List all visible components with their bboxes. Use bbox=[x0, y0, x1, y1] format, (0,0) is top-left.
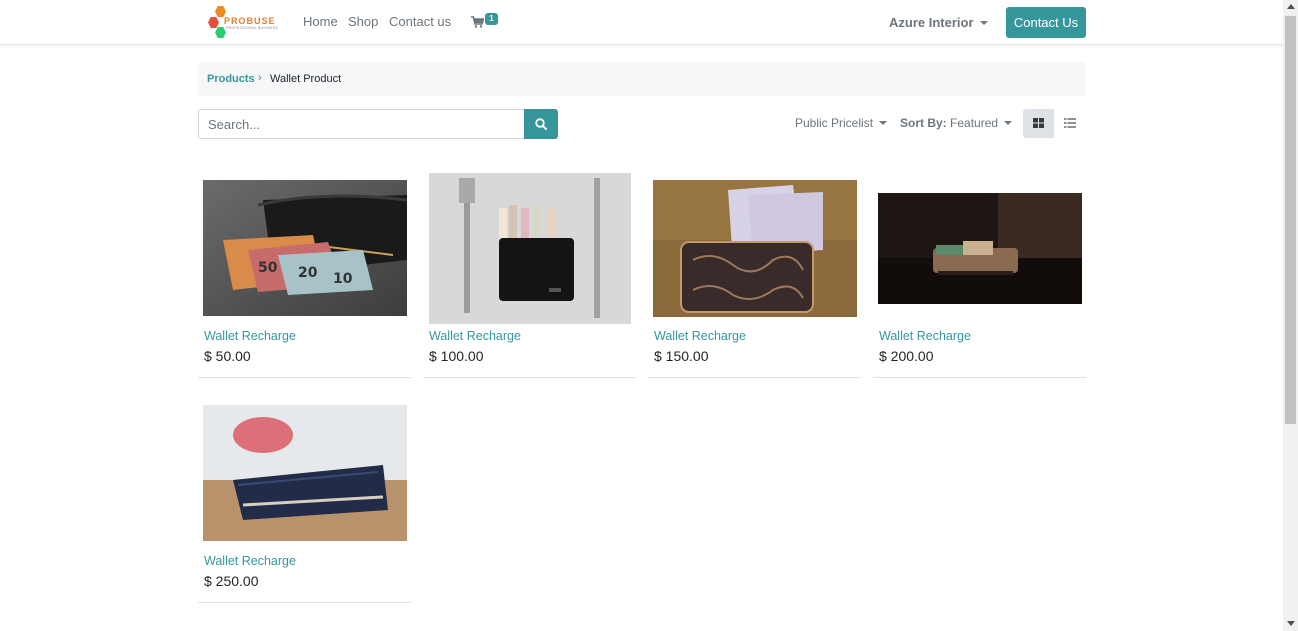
wallet-photo-icon bbox=[652, 179, 857, 317]
grid-view-toggle[interactable] bbox=[1023, 109, 1054, 138]
logo-hex-red bbox=[208, 17, 219, 28]
product-image[interactable]: 50 20 10 bbox=[198, 168, 411, 328]
product-price: $ 100.00 bbox=[429, 348, 484, 364]
product-image[interactable] bbox=[423, 168, 636, 328]
product-card[interactable]: Wallet Recharge $ 250.00 bbox=[198, 393, 411, 603]
shopping-cart-icon bbox=[471, 16, 484, 28]
product-name-link[interactable]: Wallet Recharge bbox=[204, 554, 296, 568]
wallet-photo-icon bbox=[428, 172, 631, 324]
grid-icon bbox=[1033, 118, 1044, 128]
cart-link[interactable]: 1 bbox=[471, 13, 501, 32]
search-button[interactable] bbox=[524, 109, 558, 139]
wallet-photo-icon bbox=[202, 405, 407, 541]
product-name-link[interactable]: Wallet Recharge bbox=[879, 329, 971, 343]
logo-tagline: PROFESSIONAL BUSINESS bbox=[226, 26, 279, 30]
nav-home-link[interactable]: Home bbox=[303, 14, 338, 29]
sort-by-label: Sort By: bbox=[900, 116, 947, 130]
list-view-toggle[interactable] bbox=[1054, 109, 1085, 138]
chevron-down-icon bbox=[979, 20, 988, 25]
scroll-down-arrow-icon[interactable] bbox=[1287, 621, 1295, 626]
nav-shop-link[interactable]: Shop bbox=[348, 14, 378, 29]
product-card[interactable]: Wallet Recharge $ 200.00 bbox=[873, 168, 1086, 378]
pricelist-dropdown[interactable]: Public Pricelist bbox=[795, 116, 888, 130]
scrollbar-thumb[interactable] bbox=[1285, 16, 1296, 424]
user-menu-dropdown[interactable]: Azure Interior bbox=[889, 15, 988, 30]
product-card[interactable]: 50 20 10 Wallet Recharge $ 50.00 bbox=[198, 168, 411, 378]
page-scrollbar[interactable] bbox=[1283, 0, 1298, 631]
product-price: $ 200.00 bbox=[879, 348, 934, 364]
contact-us-button[interactable]: Contact Us bbox=[1006, 7, 1086, 38]
product-price: $ 50.00 bbox=[204, 348, 251, 364]
chevron-down-icon bbox=[1004, 120, 1013, 125]
nav-contact-link[interactable]: Contact us bbox=[389, 14, 451, 29]
breadcrumb-current: Wallet Product bbox=[270, 73, 342, 85]
product-name-link[interactable]: Wallet Recharge bbox=[429, 329, 521, 343]
svg-text:50: 50 bbox=[258, 260, 278, 276]
product-card[interactable]: Wallet Recharge $ 150.00 bbox=[648, 168, 861, 378]
product-image[interactable] bbox=[648, 168, 861, 328]
product-card[interactable]: Wallet Recharge $ 100.00 bbox=[423, 168, 636, 378]
breadcrumb-separator-icon: › bbox=[258, 72, 262, 84]
chevron-down-icon bbox=[879, 120, 888, 125]
product-price: $ 150.00 bbox=[654, 348, 709, 364]
svg-text:20: 20 bbox=[298, 265, 318, 281]
product-image[interactable] bbox=[198, 393, 411, 553]
pricelist-label: Public Pricelist bbox=[795, 116, 874, 130]
logo-hex-green bbox=[215, 27, 226, 38]
scroll-up-arrow-icon[interactable] bbox=[1287, 4, 1295, 9]
cart-count-badge: 1 bbox=[485, 13, 498, 25]
product-price: $ 250.00 bbox=[204, 573, 259, 589]
sort-by-dropdown[interactable]: Sort By: Featured bbox=[900, 116, 1013, 130]
user-name: Azure Interior bbox=[889, 15, 974, 30]
search-input[interactable] bbox=[198, 109, 525, 139]
search-icon bbox=[535, 118, 547, 130]
svg-text:10: 10 bbox=[333, 271, 353, 287]
product-name-link[interactable]: Wallet Recharge bbox=[654, 329, 746, 343]
product-image[interactable] bbox=[873, 168, 1086, 328]
product-name-link[interactable]: Wallet Recharge bbox=[204, 329, 296, 343]
top-navbar: PROBUSE PROFESSIONAL BUSINESS Home Shop … bbox=[0, 0, 1283, 45]
breadcrumb: Products › Wallet Product bbox=[198, 62, 1086, 96]
brand-logo[interactable]: PROBUSE PROFESSIONAL BUSINESS bbox=[207, 5, 278, 39]
logo-wordmark: PROBUSE bbox=[224, 16, 276, 26]
breadcrumb-products-link[interactable]: Products bbox=[207, 73, 255, 85]
sort-by-value: Featured bbox=[950, 116, 999, 130]
wallet-photo-icon bbox=[877, 192, 1082, 304]
list-icon bbox=[1064, 118, 1076, 128]
wallet-photo-icon: 50 20 10 bbox=[202, 180, 407, 316]
